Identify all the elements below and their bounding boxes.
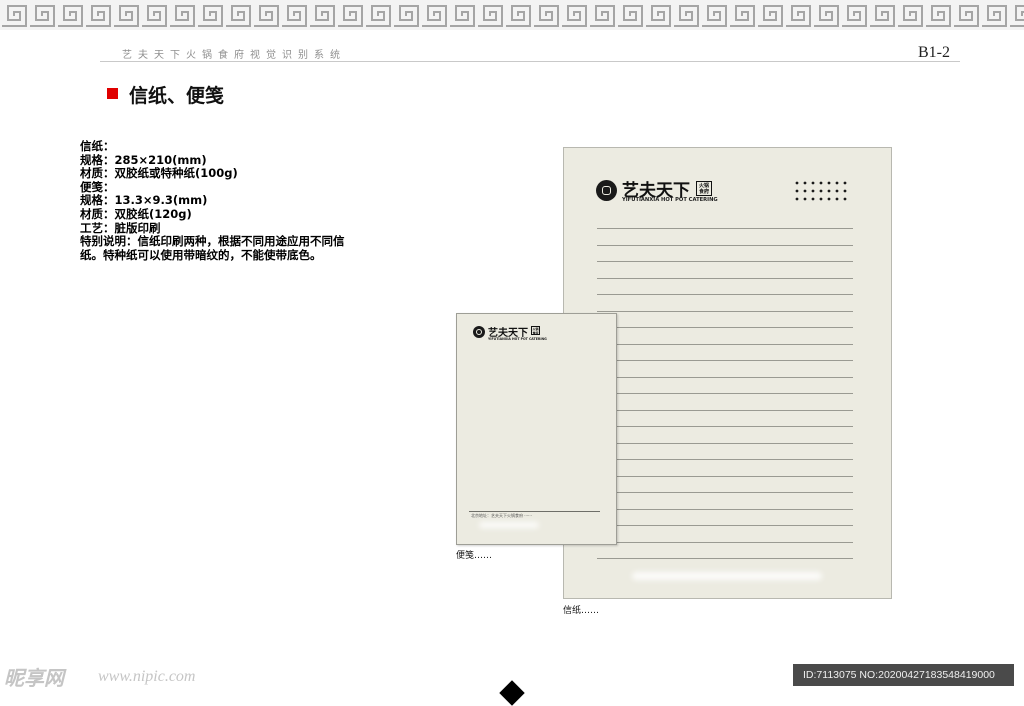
writing-line — [597, 310, 853, 312]
section-marker-square — [107, 88, 118, 99]
letterhead-caption: 信纸…… — [563, 606, 600, 616]
spec-note: 特别说明：信纸印刷两种，根据不同用途应用不同信纸。特种纸可以使用带暗纹的，不能使… — [80, 234, 345, 262]
writing-line — [597, 525, 853, 526]
spec-list: 信纸： 规格：285×210(mm) 材质：双胶纸或特种纸(100g) 便笺： … — [80, 139, 345, 262]
dot-grid-ornament — [795, 181, 847, 201]
writing-line — [597, 558, 853, 559]
memo-footer-address: 北京地址：艺夫天下火锅食府 ······ — [471, 513, 532, 518]
image-id-strip: ID:7113075 NO:20200427183548419000 — [793, 664, 1014, 686]
fret-pattern-border — [0, 0, 1024, 30]
writing-line — [597, 261, 853, 262]
brand-logo-icon — [473, 326, 485, 338]
section-title: 信纸、便笺 — [129, 85, 225, 107]
spec-line: 便笺： — [80, 179, 115, 194]
writing-line — [597, 327, 853, 328]
writing-line — [597, 294, 853, 295]
memo-footer-divider — [469, 511, 600, 512]
spec-line: 材质：双胶纸(120g) — [80, 206, 192, 221]
writing-line — [597, 244, 853, 246]
brand-logo-icon — [596, 180, 617, 201]
page-code: B1-2 — [918, 44, 950, 61]
writing-line — [597, 426, 853, 427]
writing-line — [597, 541, 853, 543]
brand-subtitle: YIFUTIANXIA HOT POT CATERING — [622, 197, 718, 203]
writing-line — [597, 442, 853, 444]
writing-line — [597, 277, 853, 279]
writing-line — [597, 343, 853, 345]
spec-line: 材质：双胶纸或特种纸(100g) — [80, 166, 238, 181]
memo-footer-blur — [479, 522, 539, 528]
writing-line — [597, 228, 853, 229]
writing-line — [597, 409, 853, 411]
system-title: 艺夫天下火锅食府视觉识别系统 — [122, 50, 346, 61]
writing-line — [597, 492, 853, 493]
watermark-logo: 昵享网 — [4, 666, 64, 690]
spec-line: 规格：285×210(mm) — [80, 152, 207, 167]
writing-line — [597, 475, 853, 477]
writing-line — [597, 393, 853, 394]
writing-line — [597, 508, 853, 510]
writing-line — [597, 360, 853, 361]
memo-caption: 便笺…… — [456, 551, 493, 561]
header-divider — [100, 61, 960, 62]
memo-pad-mockup: 艺夫天下 火锅食府 YIFUTIANXIA HOT POT CATERING 北… — [456, 313, 617, 545]
letterhead-footer-address — [632, 572, 822, 580]
brand-seal: 火锅食府 — [696, 181, 712, 196]
spec-line: 信纸： — [80, 139, 115, 153]
writing-line — [597, 459, 853, 460]
brand-seal: 火锅食府 — [531, 326, 540, 335]
writing-line — [597, 376, 853, 378]
brand-subtitle: YIFUTIANXIA HOT POT CATERING — [488, 337, 547, 341]
diamond-ornament — [499, 680, 525, 706]
spec-line: 工艺：脏版印刷 — [80, 220, 161, 235]
watermark-url: www.nipic.com — [98, 668, 196, 685]
spec-line: 规格：13.3×9.3(mm) — [80, 193, 208, 208]
